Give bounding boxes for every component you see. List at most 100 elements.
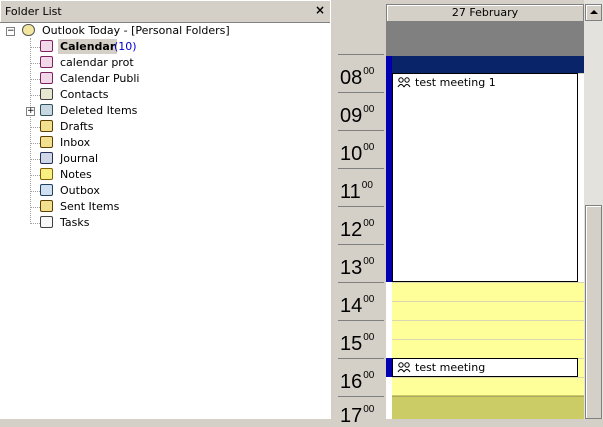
tree-item-label: calendar prot xyxy=(60,56,134,69)
hour-divider xyxy=(338,320,384,321)
day-header[interactable]: 27 February xyxy=(386,4,584,22)
expand-toggle[interactable]: + xyxy=(26,107,35,116)
appointment-test-meeting-1[interactable]: test meeting 1 xyxy=(392,73,578,282)
hour-value: 10 xyxy=(340,143,363,165)
hour-label-14: 1400 xyxy=(340,290,374,316)
minutes-value: 00 xyxy=(363,104,375,115)
tree-line xyxy=(30,47,40,48)
tree-line xyxy=(30,191,40,192)
tree-item-label: Contacts xyxy=(60,88,109,101)
hour-value: 14 xyxy=(340,295,363,317)
folder-list-title: Folder List xyxy=(5,5,62,18)
notes-icon xyxy=(40,168,53,180)
hour-value: 12 xyxy=(340,219,363,241)
folder-list-header: Folder List × xyxy=(0,0,330,23)
minutes-value: 00 xyxy=(363,370,375,381)
hour-label-16: 1600 xyxy=(340,366,374,392)
minutes-value: 00 xyxy=(363,66,375,77)
minutes-value: 00 xyxy=(363,142,375,153)
hour-divider xyxy=(338,244,384,245)
drafts-icon xyxy=(40,120,53,132)
tree-item-label: Journal xyxy=(60,152,99,165)
hour-divider xyxy=(338,282,384,283)
vertical-scrollbar[interactable] xyxy=(584,0,603,419)
hour-value: 08 xyxy=(340,67,363,89)
tree-line xyxy=(30,38,31,224)
tree-item-label: Notes xyxy=(60,168,92,181)
tree-line xyxy=(30,207,40,208)
appointment-subject: test meeting xyxy=(415,361,486,374)
hour-value: 15 xyxy=(340,333,363,355)
hour-divider xyxy=(338,168,384,169)
slot-divider xyxy=(392,282,584,283)
tree-line xyxy=(30,79,40,80)
minutes-value: 00 xyxy=(363,332,375,343)
outbox-icon xyxy=(40,184,53,196)
hour-value: 17 xyxy=(340,405,363,427)
inbox-icon xyxy=(40,136,53,148)
slot-divider xyxy=(392,339,584,340)
hour-divider xyxy=(338,206,384,207)
calendar-icon xyxy=(40,72,53,84)
hour-value: 16 xyxy=(340,371,363,393)
minutes-value: 00 xyxy=(363,218,375,229)
hour-value: 13 xyxy=(340,257,363,279)
meeting-icon xyxy=(397,77,411,88)
minutes-value: 00 xyxy=(361,180,373,191)
tree-item-label: Inbox xyxy=(60,136,91,149)
outlook-today-icon xyxy=(22,24,35,36)
day-column[interactable]: test meeting 1 test meeting xyxy=(386,56,584,419)
tree-item-label: Calendar xyxy=(58,39,118,54)
calendar-label: Calendar xyxy=(60,40,116,53)
hour-value: 09 xyxy=(340,105,363,127)
hour-label-10: 1000 xyxy=(340,138,374,164)
tree-line xyxy=(30,95,40,96)
slot-divider xyxy=(392,320,584,321)
meeting-icon xyxy=(397,362,411,373)
hour-label-12: 1200 xyxy=(340,214,374,240)
time-ruler: 0800 0900 1000 1100 1200 1300 1400 1500 … xyxy=(334,0,386,426)
tree-line xyxy=(30,63,40,64)
scroll-thumb[interactable] xyxy=(585,205,602,419)
tree-line xyxy=(30,127,40,128)
slot-divider xyxy=(392,301,584,302)
collapse-toggle[interactable]: − xyxy=(6,27,15,36)
hour-divider xyxy=(338,92,384,93)
hour-divider xyxy=(338,358,384,359)
hour-label-11: 1100 xyxy=(340,176,373,202)
tree-item-label: Outlook Today - [Personal Folders] xyxy=(42,24,230,37)
close-icon[interactable]: × xyxy=(314,4,326,17)
all-day-events-area[interactable] xyxy=(386,22,584,56)
tree-item-label: Sent Items xyxy=(60,200,120,213)
appointment-subject: test meeting 1 xyxy=(415,76,496,89)
hour-divider xyxy=(338,54,384,55)
hour-label-15: 1500 xyxy=(340,328,374,354)
tree-item-label: Tasks xyxy=(60,216,90,229)
minutes-value: 00 xyxy=(363,294,375,305)
hour-divider xyxy=(338,396,384,397)
hour-divider xyxy=(338,130,384,131)
minutes-value: 00 xyxy=(363,256,375,267)
contacts-icon xyxy=(40,88,53,100)
deleted-items-icon xyxy=(40,104,53,116)
unread-count: (10) xyxy=(114,40,137,53)
journal-icon xyxy=(40,152,53,164)
hour-label-08: 0800 xyxy=(340,62,374,88)
slot-divider xyxy=(392,396,584,397)
hour-label-09: 0900 xyxy=(340,100,374,126)
tree-line xyxy=(30,159,40,160)
calendar-icon xyxy=(40,56,53,68)
slot-divider xyxy=(392,377,584,378)
tree-item-label: Deleted Items xyxy=(60,104,138,117)
folder-list-pane: Folder List × − Outlook Today - [Persona… xyxy=(0,0,330,419)
calendar-icon xyxy=(40,40,53,52)
after-hours-area-shaded[interactable] xyxy=(392,395,584,419)
hour-label-17: 1700 xyxy=(340,400,374,426)
scroll-up-button[interactable] xyxy=(585,4,602,21)
minutes-value: 00 xyxy=(363,404,375,415)
hour-value: 11 xyxy=(340,181,361,203)
appointment-test-meeting[interactable]: test meeting xyxy=(392,358,578,377)
selected-time-slot[interactable] xyxy=(392,56,584,73)
tree-item-label: Calendar Publi xyxy=(60,72,140,85)
tree-item-label: Outbox xyxy=(60,184,100,197)
